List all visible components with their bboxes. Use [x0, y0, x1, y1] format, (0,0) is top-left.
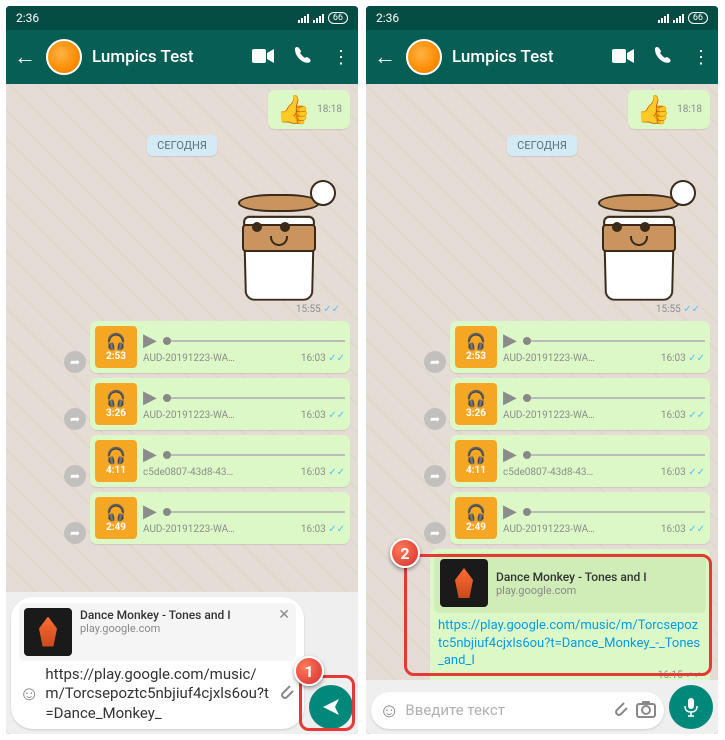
play-icon[interactable]: ▶: [503, 330, 517, 351]
audio-message[interactable]: 🎧2:49 ▶ AUD-20191223-WA…16:03 ✓✓: [450, 492, 710, 544]
forward-icon[interactable]: ➦: [424, 351, 446, 373]
forward-icon[interactable]: ➦: [424, 408, 446, 430]
play-icon[interactable]: ▶: [143, 444, 157, 465]
play-icon[interactable]: ▶: [143, 387, 157, 408]
date-separator: СЕГОДНЯ: [147, 135, 217, 156]
attach-icon[interactable]: [610, 698, 630, 723]
back-arrow-icon[interactable]: ←: [14, 44, 36, 70]
status-bar: 2:36 66: [6, 6, 358, 30]
message-thumbs-up[interactable]: 👍 18:18: [268, 90, 350, 129]
headphones-icon: 🎧2:53: [95, 326, 137, 368]
audio-message[interactable]: 🎧2:53 ▶ AUD-20191223-WA…16:03 ✓✓: [90, 321, 350, 373]
link-preview-compose: Dance Monkey - Tones and Iplay.google.co…: [19, 603, 296, 661]
compose-text[interactable]: https://play.google.com/music/m/Torcsepo…: [45, 665, 270, 724]
status-time: 2:36: [376, 11, 399, 25]
forward-icon[interactable]: ➦: [64, 465, 86, 487]
headphones-icon: 🎧3:26: [95, 383, 137, 425]
battery-indicator: 66: [328, 12, 348, 24]
play-icon[interactable]: ▶: [503, 444, 517, 465]
voice-call-icon[interactable]: [654, 46, 672, 69]
forward-icon[interactable]: ➦: [64, 522, 86, 544]
play-icon[interactable]: ▶: [503, 501, 517, 522]
contact-avatar[interactable]: [46, 39, 82, 75]
emoji-icon[interactable]: ☺: [19, 681, 39, 706]
forward-icon[interactable]: ➦: [64, 408, 86, 430]
camera-icon[interactable]: [636, 699, 656, 723]
preview-thumbnail: [24, 608, 72, 656]
emoji-icon[interactable]: ☺: [379, 698, 399, 723]
compose-box[interactable]: ☺ Введите текст: [371, 692, 664, 729]
callout-badge-2: 2: [390, 538, 420, 568]
thumbs-up-icon: 👍: [276, 93, 311, 126]
phone-right: 2:36 66 ← Lumpics Test ⋮ 👍 18:18 СЕГОДНЯ: [366, 6, 718, 734]
more-menu-icon[interactable]: ⋮: [692, 47, 710, 68]
headphones-icon: 🎧4:11: [95, 440, 137, 482]
sticker-time: 15:55 ✓✓: [384, 304, 700, 315]
link-url[interactable]: https://play.google.com/music/m/Torcsepo…: [434, 613, 706, 670]
video-call-icon[interactable]: [252, 47, 274, 68]
link-preview[interactable]: Dance Monkey - Tones and Iplay.google.co…: [434, 553, 706, 613]
contact-avatar[interactable]: [406, 39, 442, 75]
wifi-icon: [658, 13, 669, 23]
coffee-cup-sticker[interactable]: [584, 162, 704, 302]
play-icon[interactable]: ▶: [143, 330, 157, 351]
contact-name[interactable]: Lumpics Test: [92, 47, 242, 67]
message-time: 16:15 ✓✓: [434, 670, 706, 680]
audio-message[interactable]: 🎧2:53 ▶ AUD-20191223-WA…16:03 ✓✓: [450, 321, 710, 373]
message-time: 18:18: [677, 104, 702, 115]
chat-body[interactable]: 👍 18:18 СЕГОДНЯ 15:55 ✓✓ ➦ 🎧2:53 ▶ AUD-2…: [366, 84, 718, 680]
message-thumbs-up[interactable]: 👍 18:18: [628, 90, 710, 129]
sticker-time: 15:55 ✓✓: [24, 304, 340, 315]
input-area: ☺ Введите текст: [366, 680, 718, 734]
link-message[interactable]: Dance Monkey - Tones and Iplay.google.co…: [430, 549, 710, 680]
headphones-icon: 🎧2:49: [455, 497, 497, 539]
audio-message[interactable]: 🎧2:49 ▶ AUD-20191223-WA…16:03 ✓✓: [90, 492, 350, 544]
headphones-icon: 🎧2:49: [95, 497, 137, 539]
send-button[interactable]: [309, 685, 353, 729]
audio-message[interactable]: 🎧3:26 ▶ AUD-20191223-WA…16:03 ✓✓: [90, 378, 350, 430]
signal-icon: [313, 13, 324, 23]
forward-icon[interactable]: ➦: [424, 465, 446, 487]
audio-message[interactable]: 🎧4:11 ▶ c5de0807-43d8-43…16:03 ✓✓: [90, 435, 350, 487]
more-menu-icon[interactable]: ⋮: [332, 47, 350, 68]
coffee-cup-sticker[interactable]: [224, 162, 344, 302]
compose-box[interactable]: Dance Monkey - Tones and Iplay.google.co…: [11, 597, 304, 730]
contact-name[interactable]: Lumpics Test: [452, 47, 602, 67]
phone-left: 2:36 66 ← Lumpics Test ⋮ 👍 18:18 СЕГОДНЯ: [6, 6, 358, 734]
video-call-icon[interactable]: [612, 47, 634, 68]
message-time: 18:18: [317, 104, 342, 115]
signal-icon: [673, 13, 684, 23]
chat-header: ← Lumpics Test ⋮: [366, 30, 718, 84]
wifi-icon: [298, 13, 309, 23]
audio-message[interactable]: 🎧4:11 ▶ c5de0807-43d8-43…16:03 ✓✓: [450, 435, 710, 487]
headphones-icon: 🎧3:26: [455, 383, 497, 425]
attach-icon[interactable]: [276, 681, 296, 706]
audio-message[interactable]: 🎧3:26 ▶ AUD-20191223-WA…16:03 ✓✓: [450, 378, 710, 430]
play-icon[interactable]: ▶: [143, 501, 157, 522]
chat-header: ← Lumpics Test ⋮: [6, 30, 358, 84]
forward-icon[interactable]: ➦: [64, 351, 86, 373]
thumbs-up-icon: 👍: [636, 93, 671, 126]
callout-badge-1: 1: [294, 656, 324, 686]
headphones-icon: 🎧4:11: [455, 440, 497, 482]
close-preview-icon[interactable]: ✕: [278, 607, 290, 623]
battery-indicator: 66: [688, 12, 708, 24]
status-time: 2:36: [16, 11, 39, 25]
back-arrow-icon[interactable]: ←: [374, 44, 396, 70]
preview-thumbnail: [440, 559, 488, 607]
headphones-icon: 🎧2:53: [455, 326, 497, 368]
play-icon[interactable]: ▶: [503, 387, 517, 408]
status-bar: 2:36 66: [366, 6, 718, 30]
mic-button[interactable]: [669, 685, 713, 729]
voice-call-icon[interactable]: [294, 46, 312, 69]
compose-placeholder[interactable]: Введите текст: [405, 701, 604, 721]
chat-body[interactable]: 👍 18:18 СЕГОДНЯ 15:55 ✓✓ ➦ 🎧2:53 ▶ AUD-2…: [6, 84, 358, 592]
date-separator: СЕГОДНЯ: [507, 135, 577, 156]
forward-icon[interactable]: ➦: [424, 522, 446, 544]
